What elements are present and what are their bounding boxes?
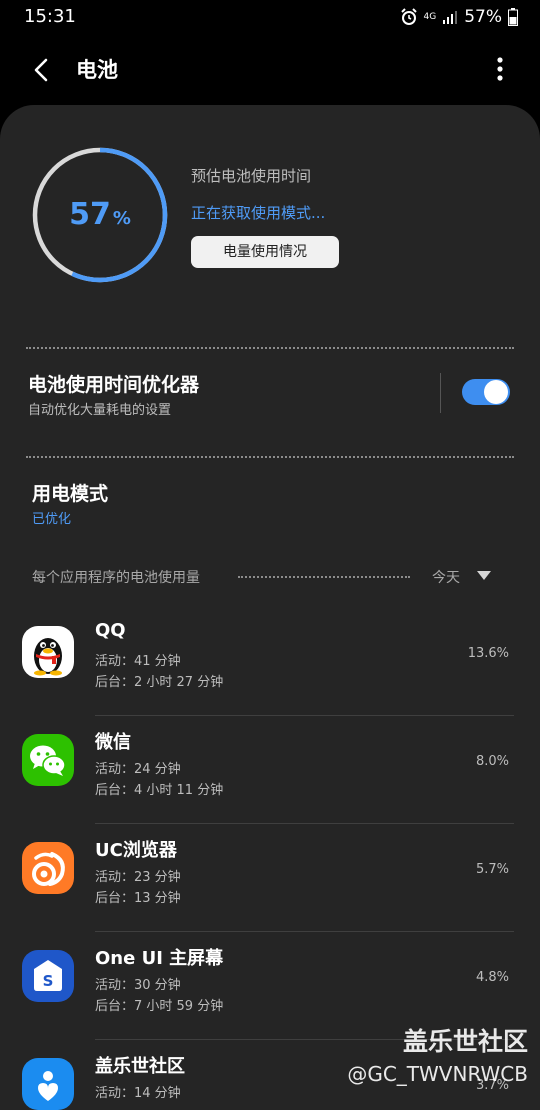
- app-row-wechat[interactable]: 微信 活动：24 分钟 后台：4 小时 11 分钟 8.0%: [0, 716, 540, 824]
- alarm-icon: [400, 8, 418, 26]
- app-name: 微信: [95, 732, 131, 753]
- app-active-time: 活动：14 分钟: [95, 1086, 181, 1101]
- status-icons: 4G 57%: [400, 6, 518, 28]
- back-button[interactable]: [22, 54, 58, 86]
- app-usage-percent: 13.6%: [467, 646, 509, 661]
- qq-penguin-icon: [22, 626, 74, 678]
- optimizer-title: 电池使用时间优化器: [28, 374, 200, 396]
- signal-icon: [442, 9, 458, 25]
- app-active-time: 活动：30 分钟: [95, 978, 181, 993]
- app-bar: 电池: [0, 40, 540, 100]
- app-row-qq[interactable]: QQ 活动：41 分钟 后台：2 小时 27 分钟 13.6%: [0, 608, 540, 716]
- toggle-knob: [484, 380, 508, 404]
- watermark-user: @GC_TWVNRWCB: [347, 1062, 528, 1086]
- network-4g-icon: 4G: [423, 11, 437, 22]
- back-chevron-icon: [34, 58, 48, 82]
- app-background-time: 后台：2 小时 27 分钟: [95, 675, 224, 690]
- more-vertical-icon: [497, 57, 503, 81]
- estimate-status: 正在获取使用模式...: [191, 204, 326, 222]
- battery-card: 57% 预估电池使用时间 正在获取使用模式... 电量使用情况 电池使用时间优化…: [0, 105, 540, 1110]
- status-time: 15:31: [24, 6, 76, 27]
- watermark-title: 盖乐世社区: [402, 1027, 528, 1056]
- app-name: 盖乐世社区: [95, 1056, 185, 1077]
- estimate-label: 预估电池使用时间: [191, 167, 312, 185]
- battery-percent-unit: %: [112, 208, 131, 229]
- battery-icon: [508, 8, 518, 26]
- per-app-usage-label: 每个应用程序的电池使用量: [32, 570, 200, 586]
- toggle-divider: [440, 373, 441, 413]
- app-usage-percent: 4.8%: [475, 970, 509, 985]
- uc-browser-icon: [22, 842, 74, 894]
- dropdown-caret-icon[interactable]: [477, 571, 491, 580]
- page-title: 电池: [76, 58, 118, 82]
- wechat-icon: [22, 734, 74, 786]
- period-select[interactable]: 今天: [432, 567, 460, 587]
- app-usage-percent: 5.7%: [475, 862, 509, 877]
- app-usage-percent: 8.0%: [475, 754, 509, 769]
- app-name: One UI 主屏幕: [95, 948, 224, 969]
- app-background-time: 后台：13 分钟: [95, 891, 181, 906]
- status-battery-percent: 57%: [464, 7, 502, 27]
- status-bar: 15:31 4G 57%: [0, 0, 540, 36]
- battery-percent-display: 57%: [30, 197, 170, 232]
- app-row-uc-browser[interactable]: UC浏览器 活动：23 分钟 后台：13 分钟 5.7%: [0, 824, 540, 932]
- per-app-dotted-leader: [238, 576, 410, 578]
- app-active-time: 活动：41 分钟: [95, 654, 181, 669]
- optimizer-subtitle: 自动优化大量耗电的设置: [28, 403, 172, 418]
- app-background-time: 后台：7 小时 59 分钟: [95, 999, 224, 1014]
- power-mode-value: 已优化: [32, 512, 72, 527]
- battery-level-ring: 57%: [30, 145, 170, 285]
- app-active-time: 活动：23 分钟: [95, 870, 181, 885]
- battery-usage-button[interactable]: 电量使用情况: [191, 236, 339, 268]
- optimizer-toggle[interactable]: [462, 379, 510, 405]
- more-options-button[interactable]: [488, 52, 512, 88]
- app-name: UC浏览器: [95, 840, 177, 861]
- svg-text:S: S: [43, 972, 54, 990]
- oneui-home-icon: S: [22, 950, 74, 1002]
- power-mode-title[interactable]: 用电模式: [32, 479, 108, 506]
- battery-percent-value: 57: [69, 197, 111, 232]
- app-background-time: 后台：4 小时 11 分钟: [95, 783, 224, 798]
- app-name: QQ: [95, 620, 126, 641]
- galaxy-community-icon: [22, 1058, 74, 1110]
- divider: [26, 347, 514, 349]
- app-active-time: 活动：24 分钟: [95, 762, 181, 777]
- divider: [26, 456, 514, 458]
